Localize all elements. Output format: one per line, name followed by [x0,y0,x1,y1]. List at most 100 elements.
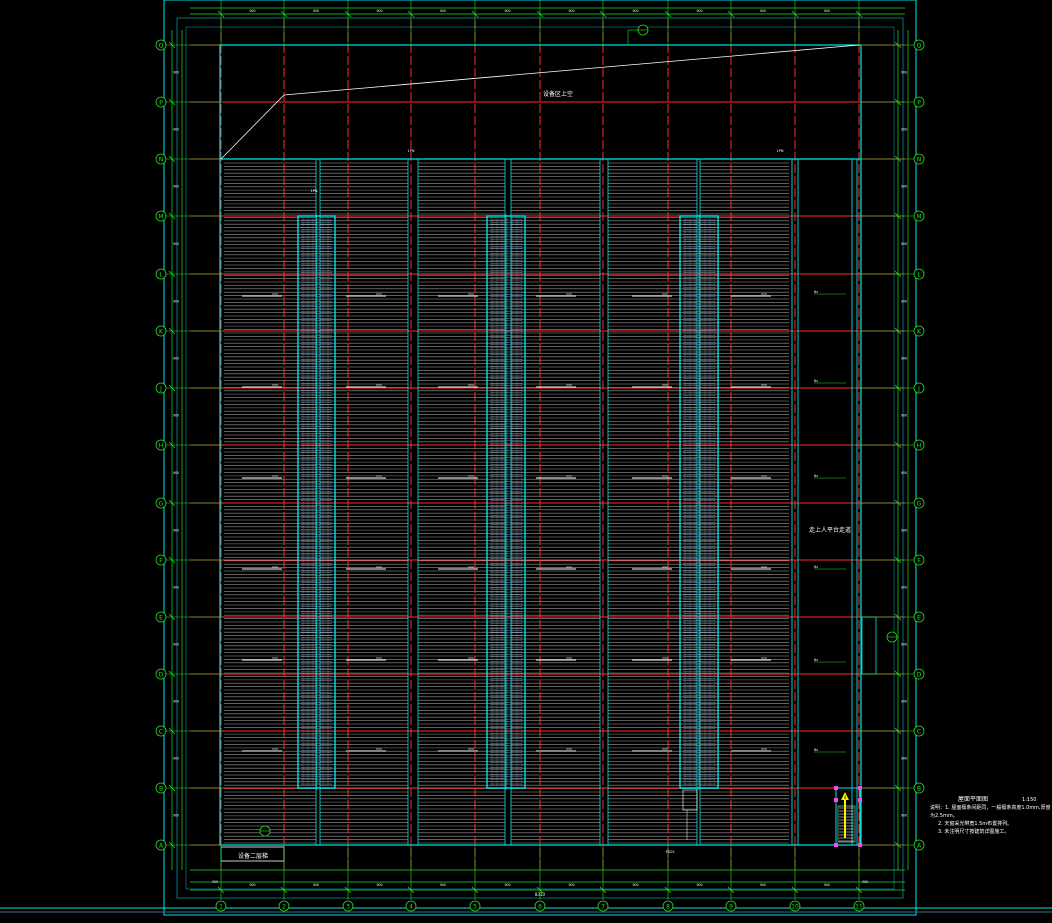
dim-text-left: 900 [173,700,179,704]
slope-line-2 [283,44,860,96]
grid-bubble-bottom-4-label: 4 [409,903,413,910]
notes-scale: 1:150 [1022,797,1037,803]
dim-text-left: 900 [173,414,179,418]
north-tag-1: 1PN [408,149,415,153]
dim-text-left: 900 [173,757,179,761]
dim-text-top: 900 [440,9,446,13]
dim-text-bottom: 900 [760,883,766,887]
dim-text-bottom: 900 [440,883,446,887]
grid-bubble-right-E-label: E [917,614,921,621]
dim-text-left: 900 [173,814,179,818]
south-tag: FX2S [666,850,676,854]
grid-bubble-left-H-label: H [159,442,164,449]
dim-text-left: 900 [173,643,179,647]
slope-line-1 [220,94,285,160]
corridor-marker-text: 6s [814,379,818,383]
dim-text-right: 900 [901,814,907,818]
grid-bubble-bottom-6-label: 6 [538,903,542,910]
dim-text-top: 900 [249,9,255,13]
stair-column-marker [834,786,838,790]
grid-bubble-bottom-3-label: 3 [346,903,350,910]
dim-text-right: 900 [901,414,907,418]
dim-text-right: 900 [901,242,907,246]
dim-text-left: 900 [173,471,179,475]
dim-text-right: 900 [901,529,907,533]
dim-text-left: 900 [173,242,179,246]
grid-bubble-bottom-2-label: 2 [282,903,286,910]
grid-bubble-left-N-label: N [159,156,164,163]
corridor-marker-text: 6s [814,565,818,569]
bay-divider-5 [696,158,701,846]
dim-text-left: 900 [173,71,179,75]
dim-text-top: 900 [376,9,382,13]
dim-text-right: 900 [901,471,907,475]
dim-text-left: 900 [173,185,179,189]
stair-steps-box [837,805,856,843]
grid-bubble-left-G-label: G [159,500,164,507]
dim-text-right: 900 [901,700,907,704]
dim-text-top: 900 [568,9,574,13]
grid-bubble-bottom-10-label: 10 [791,903,799,910]
dim-text-bottom: 900 [568,883,574,887]
dim-text-right: 900 [901,586,907,590]
notes-line-3: 3. 未注明尺寸按建筑详图施工。 [938,829,1010,835]
grid-bubble-right-M-label: M [916,213,921,220]
grid-bubble-left-J-label: J [159,385,162,392]
dim-text-right: 900 [901,71,907,75]
stair-box [835,787,861,846]
outer-frame [0,0,1052,916]
stair-column-marker [858,798,862,802]
grid-bubble-right-D-label: D [917,671,922,678]
grid-bubble-right-C-label: C [917,728,921,735]
notes-line-1: 说明：1. 屋面檩条间距同，一般檩条高度1.0mm,厚度为2.5mm。 [930,805,1051,819]
dim-text-bottom: 900 [824,883,830,887]
right-corridor-label: 走上人平台走道 [809,526,851,534]
dim-text-top: 900 [760,9,766,13]
corridor-marker-text: 6s [814,474,818,478]
dim-text-edge-left: 300 [212,880,218,884]
grid-bubble-bottom-11-label: 11 [855,903,863,910]
dim-text-left: 900 [173,300,179,304]
dim-text-right: 900 [901,300,907,304]
stair-number: 4 [844,795,847,800]
notes-title: 屋面平面图 [958,796,989,803]
grid-bubble-bottom-1-label: 1 [219,903,223,910]
dim-text-top: 900 [504,9,510,13]
dim-text-bottom: 900 [632,883,638,887]
dim-text-top: 900 [313,9,319,13]
grid-bubble-right-Q-label: Q [917,42,922,49]
dim-text-bottom: 900 [504,883,510,887]
grid-bubble-bottom-5-label: 5 [473,903,477,910]
dim-text-right: 900 [901,643,907,647]
dim-text-left: 900 [173,128,179,132]
skylight-tag-1: 1PN [311,189,318,193]
dim-text-top: 900 [696,9,702,13]
dim-text-right: 900 [901,357,907,361]
grid-bubble-left-F-label: F [159,557,163,564]
grid-bubble-right-B-label: B [917,785,921,792]
cyan-structure [219,44,877,862]
dim-text-left: 900 [173,586,179,590]
grid-bubble-left-M-label: M [158,213,163,220]
corridor-marker-text: 6s [814,748,818,752]
total-dimension-label: 8310 [535,892,546,897]
dim-text-bottom: 900 [313,883,319,887]
dim-text-right: 900 [901,185,907,189]
grid-bubble-right-G-label: G [917,500,922,507]
dim-text-right: 900 [901,128,907,132]
grid-bubble-bottom-9-label: 9 [729,903,733,910]
dim-text-bottom: 900 [696,883,702,887]
dim-text-top: 900 [824,9,830,13]
grid-bubble-right-H-label: H [917,442,922,449]
downspout-box [682,789,698,811]
dim-text-top: 900 [632,9,638,13]
dim-text-edge-right: 300 [862,880,868,884]
grid-bubble-left-D-label: D [159,671,164,678]
bay-divider-4 [599,158,609,846]
dim-text-left: 900 [173,357,179,361]
zone-bottom-left-label: 设备二层梯 [238,852,268,860]
stair-column-marker [834,843,838,847]
grid-bubble-right-P-label: P [917,99,921,106]
grid-bubble-left-Q-label: Q [159,42,164,49]
dim-text-bottom: 900 [249,883,255,887]
